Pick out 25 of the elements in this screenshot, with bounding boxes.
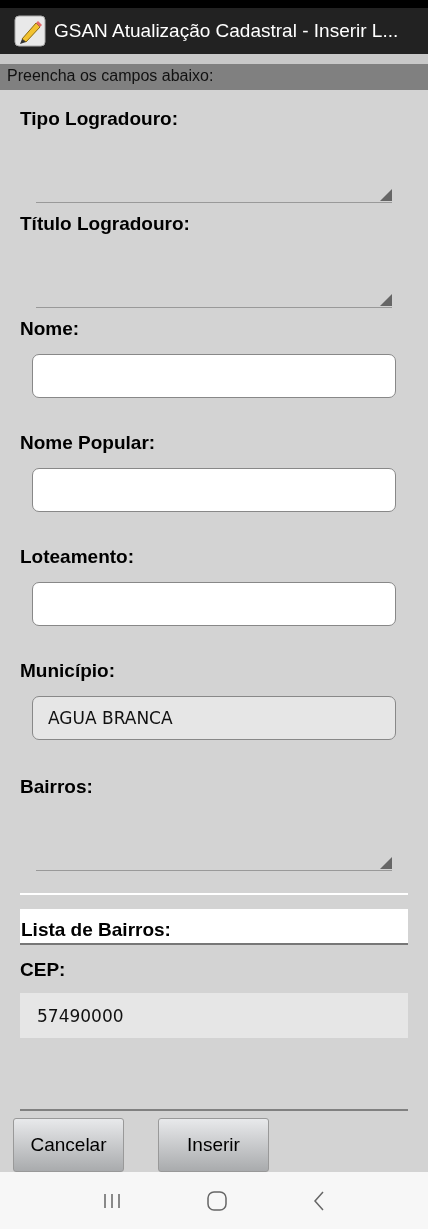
back-icon[interactable]	[313, 1190, 325, 1211]
recent-apps-icon[interactable]	[103, 1192, 121, 1209]
field-label: Tipo Logradouro:	[20, 108, 179, 130]
field-label: Nome Popular:	[20, 432, 157, 454]
action-button[interactable]: Inserir	[158, 1118, 269, 1172]
input-field[interactable]: AGUA BRANCA	[32, 696, 396, 740]
field-label: Bairros:	[20, 776, 94, 798]
section-heading: Lista de Bairros:	[20, 909, 408, 945]
input-field[interactable]: 57490000	[20, 993, 408, 1038]
action-button[interactable]: Cancelar	[13, 1118, 124, 1172]
field-label: Loteamento:	[20, 546, 135, 568]
field-label: CEP:	[20, 959, 67, 981]
input-field[interactable]	[32, 468, 396, 512]
field-label: Nome:	[20, 318, 81, 340]
home-icon[interactable]	[207, 1190, 227, 1211]
pencil-icon	[14, 15, 46, 47]
field-label: Título Logradouro:	[20, 213, 191, 235]
form-instructions: Preencha os campos abaixo:	[0, 64, 428, 90]
dropdown-corner-icon	[380, 294, 392, 306]
dropdown-corner-icon	[380, 857, 392, 869]
input-field[interactable]	[32, 582, 396, 626]
input-field[interactable]	[32, 354, 396, 398]
dropdown-corner-icon	[380, 189, 392, 201]
window-title: GSAN Atualização Cadastral - Inserir L...	[54, 20, 399, 42]
field-label: Município:	[20, 660, 116, 682]
